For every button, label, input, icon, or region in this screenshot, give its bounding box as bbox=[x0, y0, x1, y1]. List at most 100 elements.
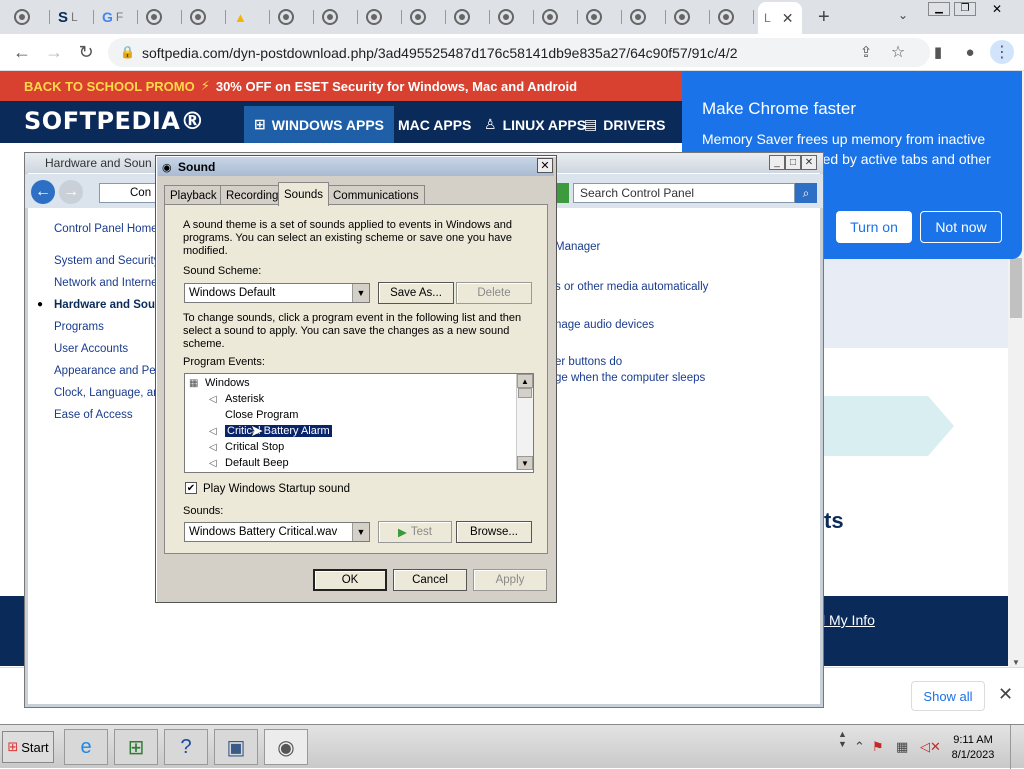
cp-link-appearance[interactable]: Appearance and Pers bbox=[54, 365, 165, 377]
share-icon[interactable]: ⇪ bbox=[854, 40, 878, 64]
windows-flag-icon[interactable]: ⊞ bbox=[114, 729, 158, 765]
list-item-selected[interactable]: ◁ Critical Battery Alarm bbox=[209, 423, 332, 438]
browse-button[interactable]: Browse... bbox=[456, 521, 532, 543]
browser-tab[interactable] bbox=[492, 6, 534, 28]
cp-forward-icon[interactable]: → bbox=[59, 180, 83, 204]
tab-sounds[interactable]: Sounds bbox=[278, 182, 330, 206]
browser-tab[interactable]: GF bbox=[96, 6, 138, 28]
reload-icon[interactable]: ↻ bbox=[74, 40, 98, 64]
close-icon[interactable]: ✕ bbox=[986, 2, 1008, 16]
control-panel-icon[interactable]: ▣ bbox=[214, 729, 258, 765]
address-bar[interactable]: 🔒 softpedia.com/dyn-postdownload.php/3ad… bbox=[108, 38, 930, 67]
browser-tab[interactable] bbox=[140, 6, 182, 28]
cp-link-network[interactable]: Network and Interne bbox=[54, 277, 158, 289]
browser-tab-active[interactable]: L ✕ bbox=[758, 2, 802, 34]
nav-windows-apps[interactable]: ⊞ WINDOWS APPS bbox=[244, 106, 394, 143]
browser-tab[interactable] bbox=[580, 6, 622, 28]
browser-tab[interactable] bbox=[8, 6, 50, 28]
nav-drivers[interactable]: ▤ DRIVERS bbox=[574, 106, 675, 143]
cp-breadcrumb[interactable]: Con bbox=[99, 183, 159, 203]
startup-sound-checkbox[interactable]: ✔ bbox=[185, 482, 197, 494]
tab-communications[interactable]: Communications bbox=[327, 185, 425, 205]
browser-tab[interactable] bbox=[536, 6, 578, 28]
nav-mac-apps[interactable]: MAC APPS bbox=[382, 106, 481, 143]
my-info-link[interactable]: l My Info bbox=[822, 612, 875, 628]
browser-tab[interactable] bbox=[624, 6, 666, 28]
back-icon[interactable]: ← bbox=[10, 40, 34, 64]
program-events-list[interactable]: ▦ Windows ◁ Asterisk Close Program ◁ Cri… bbox=[184, 373, 534, 473]
ie-icon[interactable]: e bbox=[64, 729, 108, 765]
cp-search-input[interactable]: Search Control Panel bbox=[573, 183, 795, 203]
cp-link-ease[interactable]: Ease of Access bbox=[54, 409, 133, 421]
profile-icon[interactable]: ● bbox=[958, 40, 982, 64]
maximize-icon[interactable]: ❐ bbox=[954, 2, 976, 16]
cp-link-hardware[interactable]: Hardware and Sou bbox=[54, 299, 155, 311]
volume-muted-icon[interactable]: ◁✕ bbox=[920, 739, 941, 755]
new-tab-icon[interactable]: + bbox=[818, 6, 830, 29]
cp-task-link[interactable]: ge when the computer sleeps bbox=[555, 372, 705, 384]
cp-link-users[interactable]: User Accounts bbox=[54, 343, 128, 355]
cp-minimize-icon[interactable]: _ bbox=[769, 155, 785, 170]
scroll-up-icon[interactable]: ▲ bbox=[517, 374, 533, 388]
delete-button[interactable]: Delete bbox=[456, 282, 532, 304]
scheme-select[interactable]: Windows Default ▼ bbox=[184, 283, 370, 303]
start-button[interactable]: ⊞ Start bbox=[2, 731, 54, 763]
cp-back-icon[interactable]: ← bbox=[31, 180, 55, 204]
list-item[interactable]: ◁ Asterisk bbox=[209, 391, 264, 406]
scroll-thumb[interactable] bbox=[518, 388, 532, 398]
sound-file-select[interactable]: Windows Battery Critical.wav ▼ bbox=[184, 522, 370, 542]
browser-tab[interactable]: SSL bbox=[52, 6, 94, 28]
ok-button[interactable]: OK bbox=[313, 569, 387, 591]
cp-link-system[interactable]: System and Security bbox=[54, 255, 159, 267]
cp-link-programs[interactable]: Programs bbox=[54, 321, 104, 333]
forward-icon[interactable]: → bbox=[42, 40, 66, 64]
network-icon[interactable]: ▦ bbox=[896, 739, 908, 755]
close-download-bar-icon[interactable]: ✕ bbox=[998, 684, 1013, 705]
browser-tab[interactable] bbox=[712, 6, 754, 28]
save-as-button[interactable]: Save As... bbox=[378, 282, 454, 304]
cp-link-home[interactable]: Control Panel Home bbox=[54, 223, 158, 235]
softpedia-logo[interactable]: SOFTPEDIA® bbox=[24, 107, 205, 135]
promo-banner[interactable]: BACK TO SCHOOL PROMO ⚡ 30% OFF on ESET S… bbox=[0, 71, 684, 101]
browser-tab[interactable] bbox=[404, 6, 446, 28]
browser-tab[interactable] bbox=[448, 6, 490, 28]
tray-expand-icon[interactable]: ⌃ bbox=[854, 739, 865, 755]
browser-tab[interactable] bbox=[668, 6, 710, 28]
list-item-group[interactable]: ▦ Windows bbox=[189, 375, 250, 390]
cp-link-clock[interactable]: Clock, Language, and bbox=[54, 387, 166, 399]
cp-maximize-icon[interactable]: □ bbox=[785, 155, 801, 170]
list-item[interactable]: Close Program bbox=[209, 407, 298, 422]
sound-close-icon[interactable]: ✕ bbox=[537, 158, 553, 173]
menu-kebab-icon[interactable]: ⋮ bbox=[990, 40, 1014, 64]
scroll-down-icon[interactable]: ▼ bbox=[1008, 658, 1024, 667]
sound-app-icon[interactable]: ◉ bbox=[264, 729, 308, 765]
browser-tab[interactable] bbox=[184, 6, 226, 28]
bookmark-star-icon[interactable]: ☆ bbox=[886, 40, 910, 64]
browser-tab[interactable] bbox=[316, 6, 358, 28]
minimize-icon[interactable]: ▁ bbox=[928, 2, 950, 16]
help-icon[interactable]: ? bbox=[164, 729, 208, 765]
cancel-button[interactable]: Cancel bbox=[393, 569, 467, 591]
tray-scroll-icon[interactable]: ▲ ▼ bbox=[838, 729, 847, 749]
browser-tab[interactable] bbox=[272, 6, 314, 28]
test-button[interactable]: ▶ Test bbox=[378, 521, 452, 543]
cp-task-link[interactable]: nage audio devices bbox=[555, 319, 654, 331]
browser-tab[interactable]: ▲ bbox=[228, 6, 270, 28]
list-item[interactable]: ◁ Default Beep bbox=[209, 455, 289, 470]
cp-task-link[interactable]: Manager bbox=[555, 241, 600, 253]
cp-go-icon[interactable] bbox=[555, 183, 569, 203]
show-desktop-button[interactable] bbox=[1010, 725, 1023, 769]
tab-search-icon[interactable]: ⌄ bbox=[898, 8, 908, 22]
tab-recording[interactable]: Recording bbox=[220, 185, 285, 205]
turn-on-button[interactable]: Turn on bbox=[836, 211, 912, 243]
tab-playback[interactable]: Playback bbox=[164, 185, 223, 205]
cp-task-link[interactable]: s or other media automatically bbox=[555, 281, 708, 293]
action-center-icon[interactable]: ⚑ bbox=[872, 739, 884, 755]
cp-close-icon[interactable]: ✕ bbox=[801, 155, 817, 170]
search-icon[interactable]: ⌕ bbox=[795, 183, 817, 203]
show-all-button[interactable]: Show all bbox=[911, 681, 985, 711]
scroll-down-icon[interactable]: ▼ bbox=[517, 456, 533, 470]
list-item[interactable]: ◁ Critical Stop bbox=[209, 439, 284, 454]
apply-button[interactable]: Apply bbox=[473, 569, 547, 591]
browser-tab[interactable] bbox=[360, 6, 402, 28]
